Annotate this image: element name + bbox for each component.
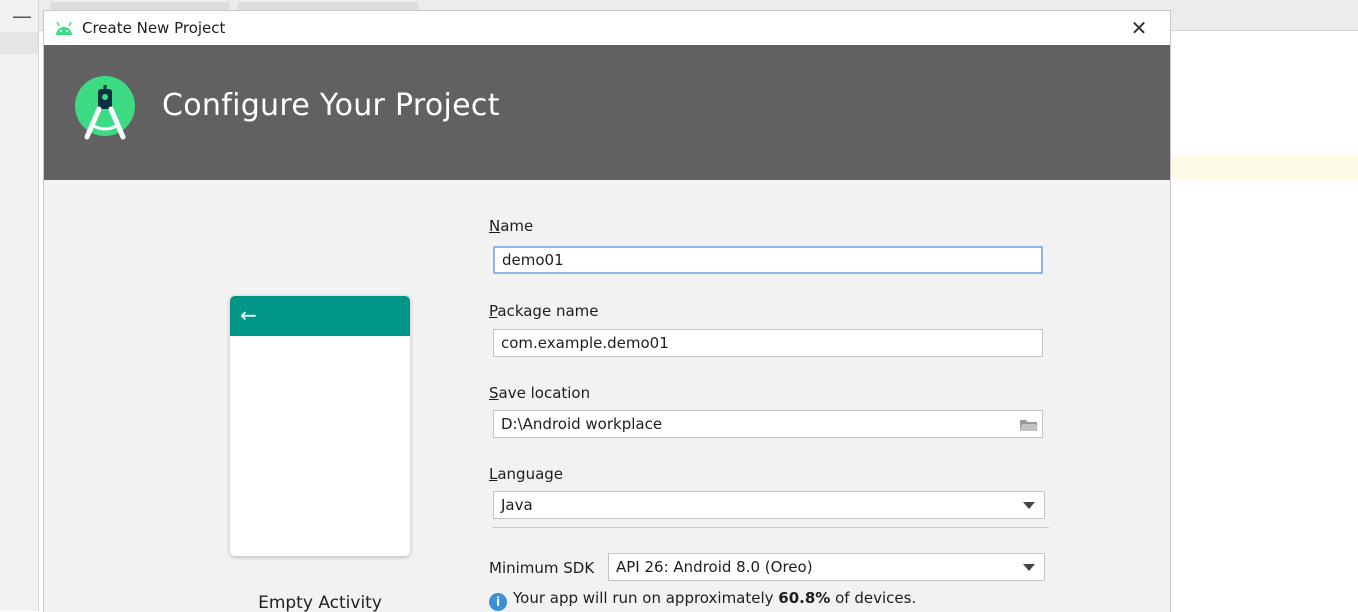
preview-toolbar: ←	[230, 296, 410, 336]
minimum-sdk-label: Minimum SDK	[489, 559, 595, 577]
minimum-sdk-select-value: API 26: Android 8.0 (Oreo)	[616, 558, 813, 576]
dialog-title: Create New Project	[82, 19, 226, 37]
language-select-value: Java	[501, 496, 533, 514]
dialog-titlebar: Create New Project ✕	[44, 11, 1170, 45]
save-location-input[interactable]	[493, 410, 1043, 438]
ide-left-gutter	[0, 0, 39, 611]
back-arrow-icon: ←	[240, 303, 257, 327]
language-select[interactable]: Java	[493, 491, 1045, 519]
ide-tab[interactable]	[50, 2, 230, 10]
ide-left-toolbar	[0, 32, 38, 54]
chevron-down-icon	[1023, 564, 1035, 571]
device-coverage-info: i Your app will run on approximately 60.8…	[489, 589, 916, 611]
name-input[interactable]	[493, 246, 1043, 274]
ide-tab[interactable]	[238, 2, 418, 10]
chevron-down-icon	[1023, 502, 1035, 509]
template-name: Empty Activity	[258, 593, 382, 612]
create-project-dialog: Create New Project ✕ Configure Your Proj…	[43, 10, 1171, 612]
activity-preview: ←	[230, 296, 410, 556]
info-icon: i	[489, 593, 507, 611]
divider	[493, 527, 1049, 528]
name-label: Name	[489, 217, 534, 235]
close-icon[interactable]: ✕	[1128, 17, 1150, 39]
android-icon	[56, 21, 72, 35]
minimum-sdk-select[interactable]: API 26: Android 8.0 (Oreo)	[608, 553, 1045, 581]
package-name-label: Package name	[489, 302, 599, 320]
page-title: Configure Your Project	[162, 88, 500, 123]
minimize-icon[interactable]: —	[12, 4, 32, 28]
coverage-percent: 60.8%	[778, 589, 831, 607]
package-name-input[interactable]	[493, 329, 1043, 357]
android-studio-logo-icon	[75, 76, 135, 140]
banner: Configure Your Project	[44, 45, 1170, 180]
language-label: Language	[489, 465, 564, 483]
ide-current-line-highlight	[1169, 156, 1358, 180]
folder-icon[interactable]	[1019, 417, 1039, 433]
save-location-label: Save location	[489, 384, 591, 402]
